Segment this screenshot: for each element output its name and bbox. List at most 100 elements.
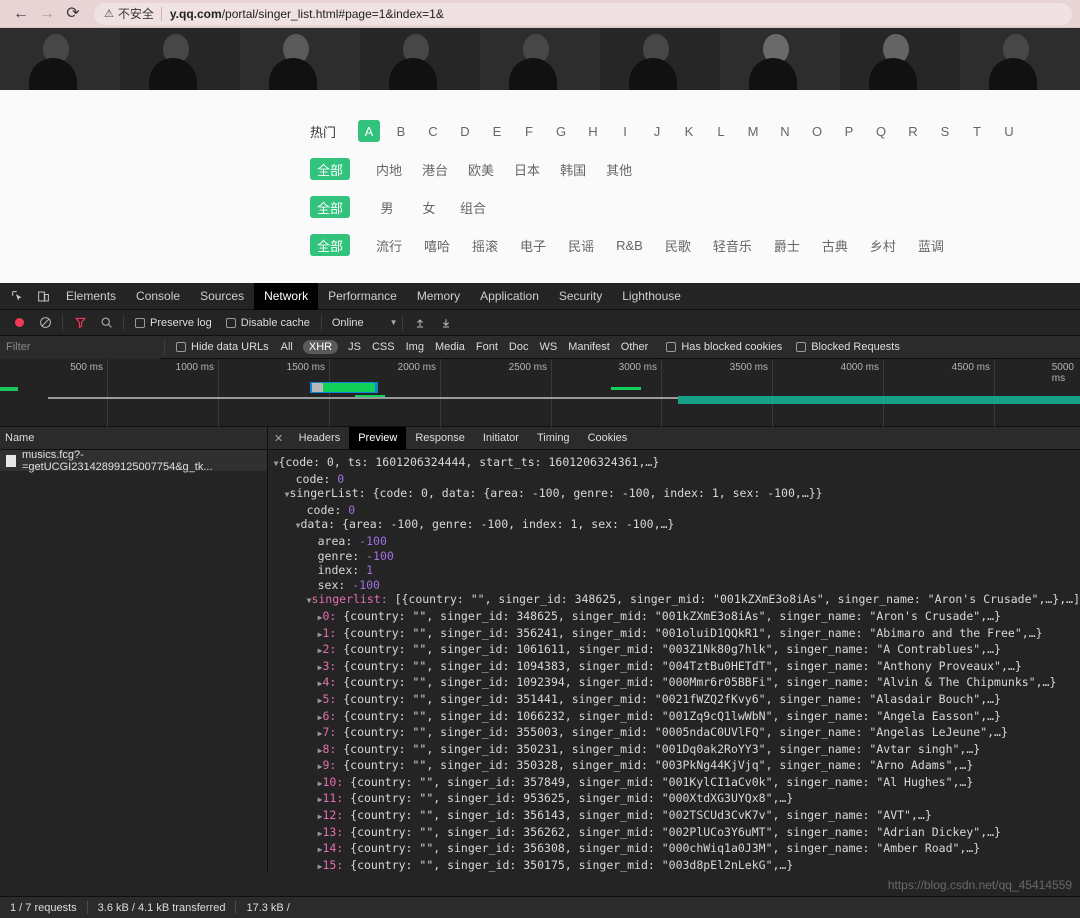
hot-label[interactable]: 热门: [310, 122, 358, 141]
letter-chip-m[interactable]: M: [742, 120, 764, 142]
genre-all-chip[interactable]: 全部: [310, 234, 350, 256]
genre-chip-classical[interactable]: 古典: [822, 234, 848, 256]
tab-security[interactable]: Security: [549, 283, 612, 310]
genre-chip-hiphop[interactable]: 嘻哈: [424, 234, 450, 256]
json-array-item[interactable]: ▶14: {country: "", singer_id: 356308, si…: [274, 841, 1080, 858]
tab-timing[interactable]: Timing: [528, 427, 579, 450]
json-array-item[interactable]: ▶5: {country: "", singer_id: 351441, sin…: [274, 692, 1080, 709]
tab-preview[interactable]: Preview: [349, 426, 407, 450]
type-filter-css[interactable]: CSS: [371, 340, 396, 354]
tab-console[interactable]: Console: [126, 283, 190, 310]
area-chip-western[interactable]: 欧美: [468, 158, 494, 180]
disable-cache-checkbox[interactable]: Disable cache: [219, 317, 317, 329]
close-icon[interactable]: ✕: [268, 432, 290, 445]
blocked-requests-checkbox[interactable]: Blocked Requests: [789, 341, 907, 353]
sex-all-chip[interactable]: 全部: [310, 196, 350, 218]
sex-chip-female[interactable]: 女: [418, 196, 440, 218]
type-filter-doc[interactable]: Doc: [508, 340, 530, 354]
back-icon[interactable]: ←: [8, 1, 34, 27]
letter-chip-s[interactable]: S: [934, 120, 956, 142]
request-list-header[interactable]: Name: [0, 427, 267, 450]
device-toolbar-icon[interactable]: [30, 283, 56, 309]
type-filter-media[interactable]: Media: [434, 340, 466, 354]
network-overview-timeline[interactable]: 500 ms 1000 ms 1500 ms 2000 ms 2500 ms 3…: [0, 359, 1080, 427]
letter-chip-i[interactable]: I: [614, 120, 636, 142]
json-array-item[interactable]: ▶15: {country: "", singer_id: 350175, si…: [274, 858, 1080, 873]
tab-lighthouse[interactable]: Lighthouse: [612, 283, 691, 310]
json-preview-tree[interactable]: ▼{code: 0, ts: 1601206324444, start_ts: …: [268, 450, 1080, 873]
sex-chip-male[interactable]: 男: [376, 196, 398, 218]
tab-initiator[interactable]: Initiator: [474, 427, 528, 450]
forward-icon[interactable]: →: [34, 1, 60, 27]
type-filter-all[interactable]: All: [280, 340, 294, 354]
letter-chip-l[interactable]: L: [710, 120, 732, 142]
genre-chip-light[interactable]: 轻音乐: [713, 234, 752, 256]
tab-elements[interactable]: Elements: [56, 283, 126, 310]
genre-chip-rock[interactable]: 摇滚: [472, 234, 498, 256]
letter-chip-h[interactable]: H: [582, 120, 604, 142]
inspect-element-icon[interactable]: [4, 283, 30, 309]
type-filter-js[interactable]: JS: [347, 340, 362, 354]
letter-chip-f[interactable]: F: [518, 120, 540, 142]
json-array-item[interactable]: ▶10: {country: "", singer_id: 357849, si…: [274, 775, 1080, 792]
record-stop-icon[interactable]: [6, 310, 32, 336]
letter-chip-p[interactable]: P: [838, 120, 860, 142]
clear-icon[interactable]: [32, 310, 58, 336]
json-array-item[interactable]: ▶9: {country: "", singer_id: 350328, sin…: [274, 758, 1080, 775]
genre-chip-folk[interactable]: 民谣: [568, 234, 594, 256]
export-har-icon[interactable]: [433, 310, 459, 336]
type-filter-img[interactable]: Img: [405, 340, 425, 354]
json-array-item[interactable]: ▶1: {country: "", singer_id: 356241, sin…: [274, 626, 1080, 643]
type-filter-xhr[interactable]: XHR: [302, 340, 339, 354]
area-chip-other[interactable]: 其他: [606, 158, 632, 180]
tab-cookies[interactable]: Cookies: [579, 427, 637, 450]
genre-chip-jazz[interactable]: 爵士: [774, 234, 800, 256]
area-chip-korea[interactable]: 韩国: [560, 158, 586, 180]
filter-funnel-icon[interactable]: [67, 310, 93, 336]
json-array-item[interactable]: ▶0: {country: "", singer_id: 348625, sin…: [274, 609, 1080, 626]
tab-sources[interactable]: Sources: [190, 283, 254, 310]
json-node-singerlist-array[interactable]: ▼singerlist: [{country: "", singer_id: 3…: [274, 592, 1080, 609]
has-blocked-cookies-checkbox[interactable]: Has blocked cookies: [659, 341, 789, 353]
throttling-select[interactable]: Online ▼: [326, 317, 398, 329]
letter-chip-n[interactable]: N: [774, 120, 796, 142]
area-chip-mainland[interactable]: 内地: [376, 158, 402, 180]
sex-chip-group[interactable]: 组合: [460, 196, 486, 218]
json-array-item[interactable]: ▶3: {country: "", singer_id: 1094383, si…: [274, 659, 1080, 676]
filter-input[interactable]: Filter: [0, 335, 160, 359]
area-chip-hktw[interactable]: 港台: [422, 158, 448, 180]
type-filter-manifest[interactable]: Manifest: [567, 340, 611, 354]
genre-chip-folksong[interactable]: 民歌: [665, 234, 691, 256]
json-array-item[interactable]: ▶6: {country: "", singer_id: 1066232, si…: [274, 709, 1080, 726]
letter-chip-j[interactable]: J: [646, 120, 668, 142]
table-row[interactable]: musics.fcg?-=getUCGI23142899125007754&g_…: [0, 449, 267, 473]
json-array-item[interactable]: ▶8: {country: "", singer_id: 350231, sin…: [274, 742, 1080, 759]
letter-chip-e[interactable]: E: [486, 120, 508, 142]
letter-chip-g[interactable]: G: [550, 120, 572, 142]
search-icon[interactable]: [93, 310, 119, 336]
letter-chip-c[interactable]: C: [422, 120, 444, 142]
genre-chip-country[interactable]: 乡村: [870, 234, 896, 256]
letter-chip-o[interactable]: O: [806, 120, 828, 142]
json-node-root[interactable]: ▼{code: 0, ts: 1601206324444, start_ts: …: [274, 455, 1080, 472]
letter-chip-k[interactable]: K: [678, 120, 700, 142]
letter-chip-t[interactable]: T: [966, 120, 988, 142]
letter-chip-q[interactable]: Q: [870, 120, 892, 142]
import-har-icon[interactable]: [407, 310, 433, 336]
address-bar[interactable]: ⚠ 不安全 y.qq.com/portal/singer_list.html#p…: [94, 2, 1072, 25]
area-chip-japan[interactable]: 日本: [514, 158, 540, 180]
genre-chip-blues[interactable]: 蓝调: [918, 234, 944, 256]
json-array-item[interactable]: ▶7: {country: "", singer_id: 355003, sin…: [274, 725, 1080, 742]
json-array-item[interactable]: ▶13: {country: "", singer_id: 356262, si…: [274, 825, 1080, 842]
tab-response[interactable]: Response: [406, 427, 474, 450]
tab-application[interactable]: Application: [470, 283, 549, 310]
letter-chip-d[interactable]: D: [454, 120, 476, 142]
json-array-item[interactable]: ▶4: {country: "", singer_id: 1092394, si…: [274, 675, 1080, 692]
genre-chip-pop[interactable]: 流行: [376, 234, 402, 256]
json-node-data[interactable]: ▼data: {area: -100, genre: -100, index: …: [274, 517, 1080, 534]
hide-data-urls-checkbox[interactable]: Hide data URLs: [169, 341, 276, 353]
area-all-chip[interactable]: 全部: [310, 158, 350, 180]
preserve-log-checkbox[interactable]: Preserve log: [128, 317, 219, 329]
tab-memory[interactable]: Memory: [407, 283, 470, 310]
tab-headers[interactable]: Headers: [290, 427, 350, 450]
